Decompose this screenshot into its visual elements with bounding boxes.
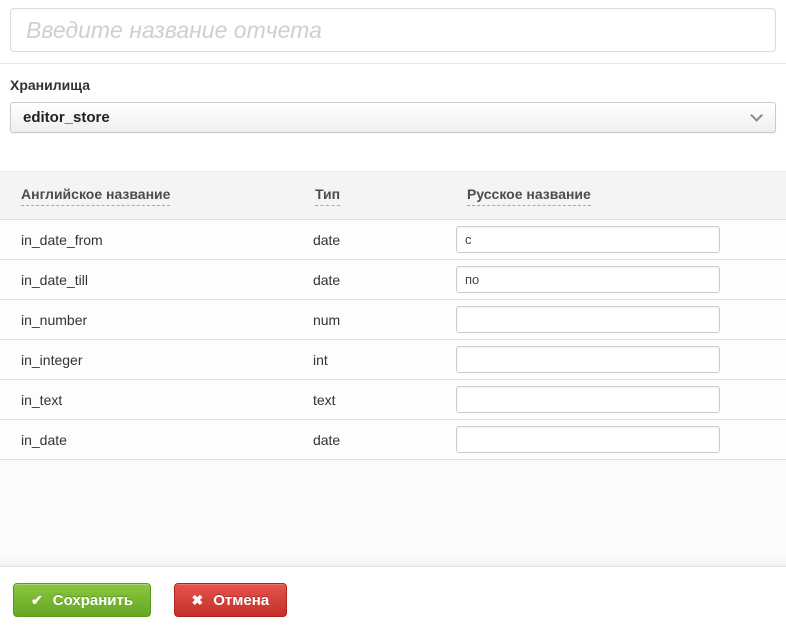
russian-name-input[interactable]	[456, 226, 720, 253]
param-type: date	[312, 431, 341, 448]
check-icon: ✔	[31, 591, 43, 608]
storage-select[interactable]: editor_store	[10, 102, 776, 133]
table-row: in_date_till date	[0, 260, 786, 300]
sort-russian-name-link[interactable]: Русское название	[467, 186, 591, 206]
russian-name-input[interactable]	[456, 346, 720, 373]
param-type: date	[312, 271, 341, 288]
sort-type-link[interactable]: Тип	[315, 186, 341, 206]
chevron-down-icon	[750, 109, 763, 122]
report-name-input[interactable]	[10, 8, 776, 52]
header-cell-russian: Русское название	[455, 186, 786, 206]
report-name-section	[0, 0, 786, 52]
save-button-label: Сохранить	[52, 591, 134, 609]
footer-divider	[0, 557, 786, 567]
storage-label: Хранилища	[10, 77, 91, 93]
param-type: num	[312, 311, 341, 328]
table-row: in_number num	[0, 300, 786, 340]
save-button[interactable]: ✔ Сохранить	[13, 583, 152, 617]
russian-name-input[interactable]	[456, 266, 720, 293]
table-header-row: Английское название Тип Русское название	[0, 171, 786, 220]
param-en-name: in_date_till	[21, 271, 88, 288]
table-body: in_date_from date in_date_till date in_n…	[0, 220, 786, 460]
param-en-name: in_number	[21, 311, 88, 328]
param-type: date	[312, 231, 341, 248]
russian-name-input[interactable]	[456, 426, 720, 453]
param-en-name: in_integer	[21, 351, 83, 368]
storage-select-value: editor_store	[23, 109, 110, 126]
russian-name-input[interactable]	[456, 386, 720, 413]
x-icon: ✖	[191, 591, 204, 608]
cancel-button-label: Отмена	[213, 591, 270, 609]
lower-spacer	[0, 460, 786, 557]
table-row: in_date date	[0, 420, 786, 460]
action-bar: ✔ Сохранить ✖ Отмена	[0, 567, 786, 617]
table-row: in_date_from date	[0, 220, 786, 260]
sort-english-name-link[interactable]: Английское название	[21, 186, 171, 206]
param-en-name: in_date_from	[21, 231, 103, 248]
param-en-name: in_text	[21, 391, 63, 408]
russian-name-input[interactable]	[456, 306, 720, 333]
table-row: in_text text	[0, 380, 786, 420]
header-cell-type: Тип	[315, 186, 455, 206]
storage-section: Хранилища editor_store	[0, 64, 786, 133]
params-table: Английское название Тип Русское название…	[0, 171, 786, 460]
header-cell-english: Английское название	[0, 186, 315, 206]
table-row: in_integer int	[0, 340, 786, 380]
param-en-name: in_date	[21, 431, 67, 448]
cancel-button[interactable]: ✖ Отмена	[173, 583, 288, 617]
param-type: int	[312, 351, 328, 368]
param-type: text	[312, 391, 336, 408]
